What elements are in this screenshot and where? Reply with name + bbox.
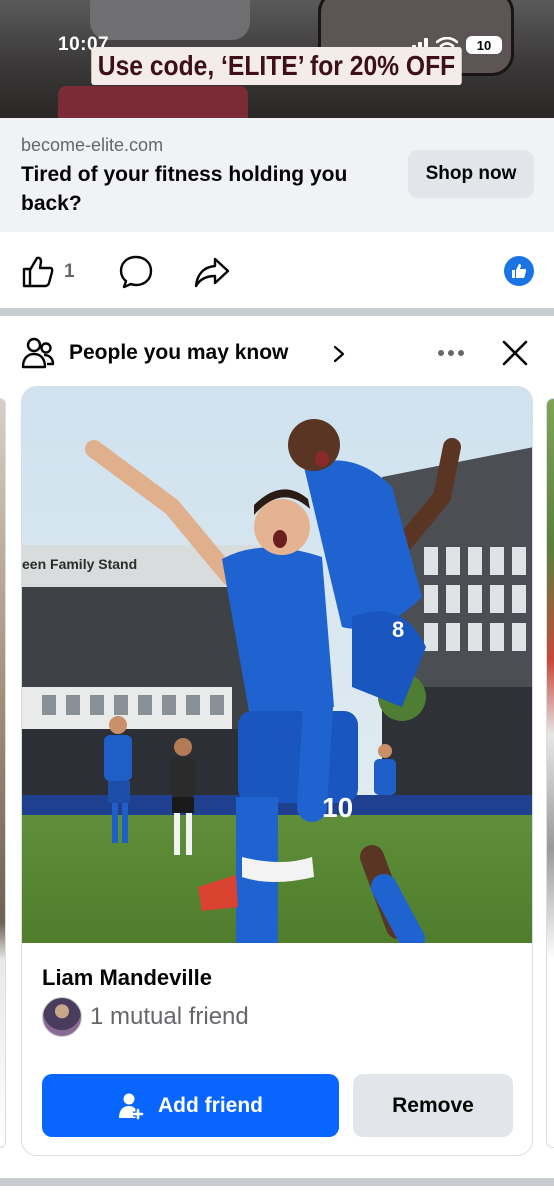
- close-icon[interactable]: [500, 338, 530, 368]
- person-name[interactable]: Liam Mandeville: [42, 965, 212, 991]
- section-divider: [0, 308, 554, 316]
- svg-text:8: 8: [392, 617, 404, 642]
- comment-button[interactable]: [118, 254, 154, 290]
- like-count: 1: [64, 261, 75, 282]
- people-icon: [21, 337, 55, 369]
- suggestion-card[interactable]: 8 10 een Family Stand Liam Mandeville 1 …: [21, 386, 533, 1156]
- mutual-friends-count: 1 mutual friend: [90, 1003, 249, 1030]
- promo-banner: Use code, ‘ELITE’ for 20% OFF: [91, 47, 462, 85]
- share-button[interactable]: [193, 254, 231, 290]
- comment-icon: [119, 255, 153, 289]
- like-reaction-badge[interactable]: [504, 256, 534, 286]
- thumbs-up-icon: [22, 256, 54, 288]
- profile-photo[interactable]: 8 10 een Family Stand: [22, 387, 532, 943]
- like-button[interactable]: 1: [20, 254, 75, 290]
- ad-domain: become-elite.com: [21, 135, 164, 155]
- football-celebration-photo: 8 10 een Family Stand: [22, 387, 532, 943]
- more-options-icon[interactable]: [438, 350, 464, 356]
- pymk-header: People you may know: [0, 316, 554, 388]
- section-divider-bottom: [0, 1178, 554, 1186]
- add-person-icon: [119, 1093, 144, 1119]
- thumbs-up-icon: [512, 264, 527, 278]
- ad-headline: Tired of your fitness holding you back?: [21, 163, 348, 215]
- remove-button[interactable]: Remove: [353, 1074, 513, 1137]
- chevron-right-icon[interactable]: [332, 344, 346, 364]
- ad-model-shorts: [58, 86, 248, 118]
- ad-info[interactable]: become-elite.com Tired of your fitness h…: [0, 118, 554, 232]
- add-friend-button[interactable]: Add friend: [42, 1074, 339, 1137]
- svg-text:10: 10: [322, 792, 353, 823]
- post-action-row: 1: [0, 232, 554, 310]
- mutual-friend-avatar: [42, 997, 82, 1037]
- mutual-friends-row[interactable]: 1 mutual friend: [42, 997, 249, 1037]
- pymk-title[interactable]: People you may know: [69, 341, 288, 365]
- battery-indicator: 10: [466, 36, 502, 54]
- previous-suggestion-card[interactable]: [0, 398, 6, 1148]
- next-suggestion-card[interactable]: [546, 398, 554, 1148]
- ad-image[interactable]: 10:07 10 Use code, ‘ELITE’ for 20% OFF: [0, 0, 554, 118]
- svg-text:een Family Stand: een Family Stand: [22, 556, 137, 572]
- share-icon: [194, 257, 230, 288]
- add-friend-label: Add friend: [158, 1093, 263, 1117]
- shop-now-button[interactable]: Shop now: [408, 150, 534, 198]
